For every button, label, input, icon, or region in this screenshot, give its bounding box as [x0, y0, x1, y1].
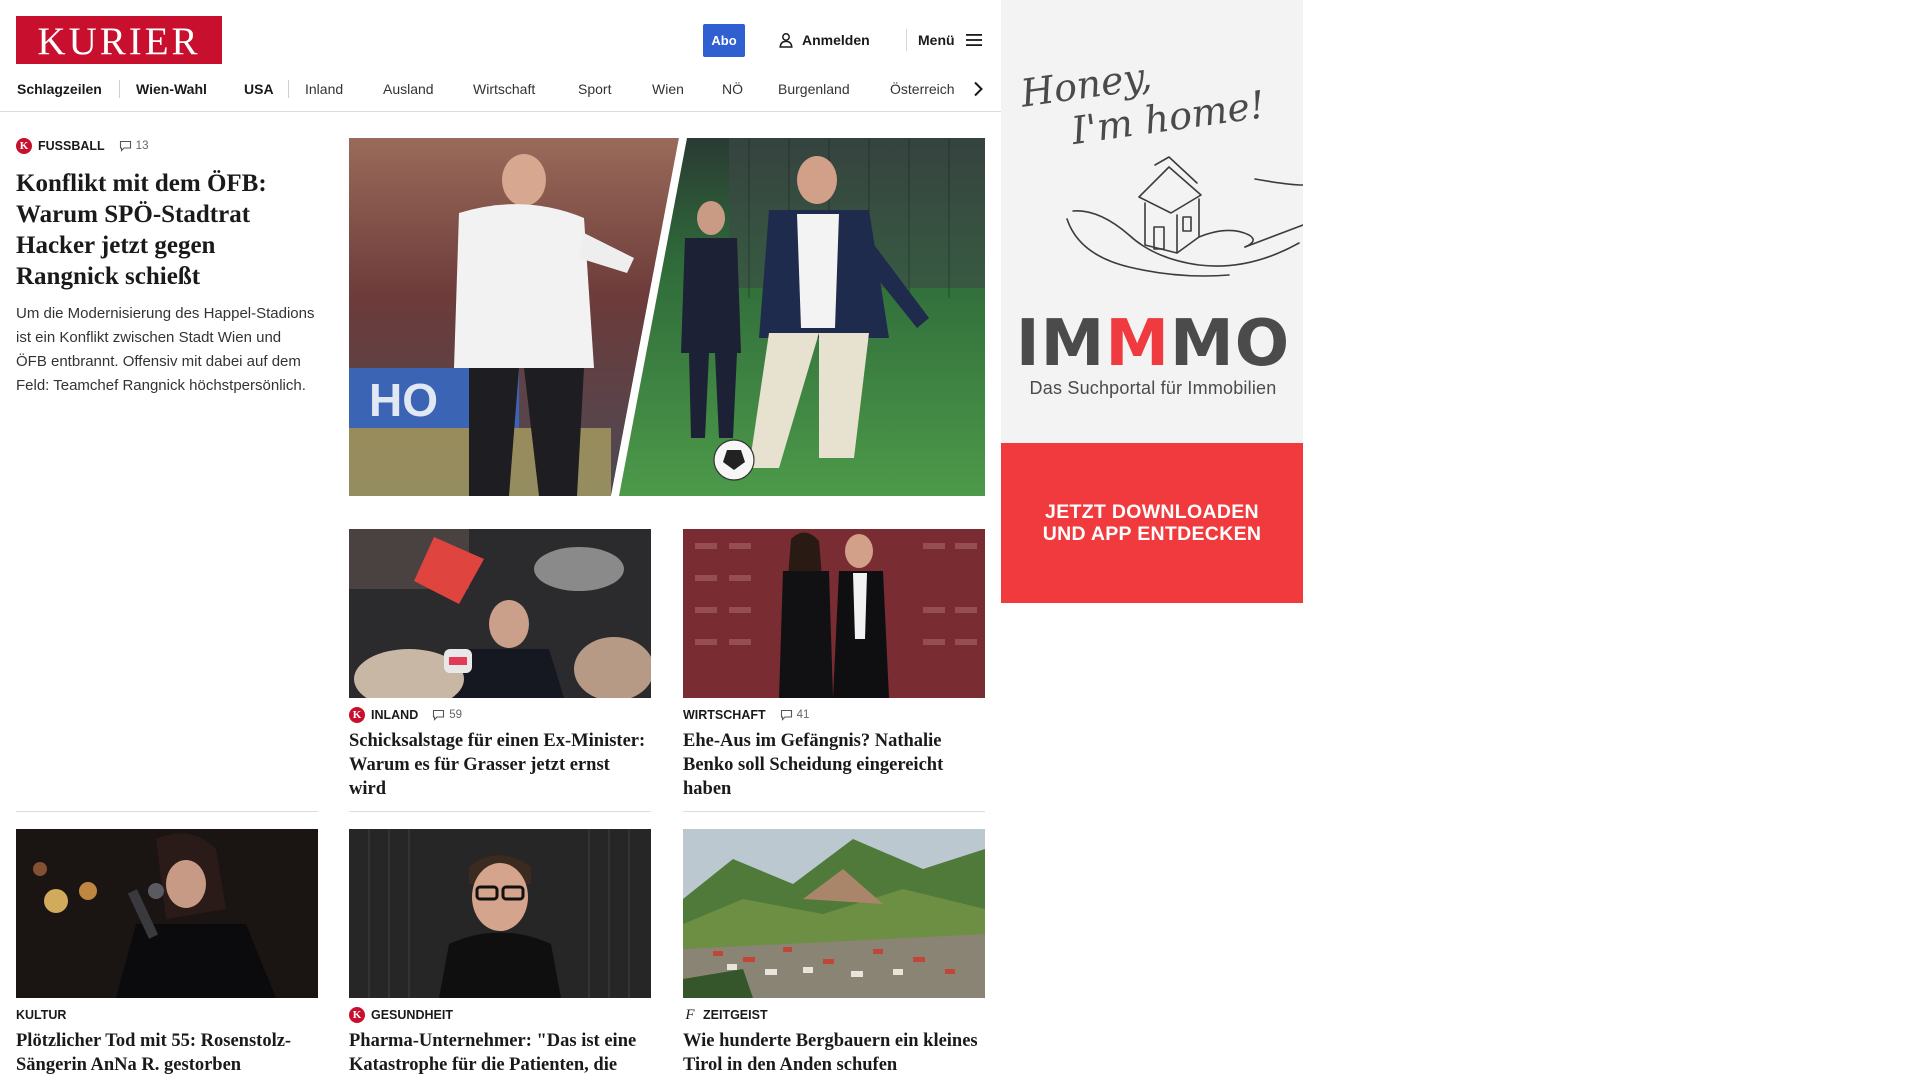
article-card[interactable]: f ZEITGEIST Wie hunderte Bergbauern ein …: [683, 829, 985, 1077]
header-divider: [906, 29, 907, 51]
abo-button[interactable]: Abo: [703, 24, 745, 57]
immmo-logo: IMMMO Das Suchportal für Immobilien: [1015, 312, 1291, 399]
comment-count[interactable]: 59: [432, 709, 462, 721]
row-divider: [16, 811, 318, 812]
nav-item-oesterreich[interactable]: Österreich: [890, 72, 955, 106]
kurier-logo[interactable]: KURIER: [16, 16, 222, 64]
nav-divider: [119, 80, 120, 98]
article-headline[interactable]: Ehe-Aus im Gefängnis? Nathalie Benko sol…: [683, 729, 985, 801]
article-category[interactable]: KULTUR: [16, 1008, 66, 1022]
comment-count-value: 41: [796, 709, 810, 721]
ad-cta-line-2: UND APP ENTDECKEN: [1042, 523, 1262, 545]
header: KURIER Abo Anmelden Menü: [0, 0, 1001, 72]
nav-item-inland[interactable]: Inland: [305, 72, 343, 106]
article-headline[interactable]: Plötzlicher Tod mit 55: Rosenstolz-Sänge…: [16, 1029, 318, 1077]
article-category[interactable]: INLAND: [371, 708, 418, 722]
site: KURIER Abo Anmelden Menü Schlagzeilen Wi…: [0, 0, 1001, 1080]
comment-icon: [780, 709, 792, 721]
row-divider: [349, 811, 651, 812]
login-button[interactable]: Anmelden: [778, 28, 870, 52]
f-badge-icon: f: [685, 1006, 695, 1023]
menu-button[interactable]: Menü: [918, 28, 983, 52]
nav-scroll-right[interactable]: [966, 77, 990, 101]
nav-item-burgenland[interactable]: Burgenland: [778, 72, 850, 106]
ad-cta-line-1: JETZT DOWNLOADEN: [1045, 501, 1259, 523]
svg-text:HO: HO: [369, 374, 438, 426]
comment-count-value: 59: [449, 709, 463, 721]
nav-item-usa[interactable]: USA: [244, 72, 274, 106]
article-image[interactable]: [683, 529, 985, 698]
ad-script-text: Honey, I'm home!: [1018, 39, 1268, 160]
article-photo: [683, 829, 985, 998]
article-category[interactable]: ZEITGEIST: [703, 1008, 768, 1022]
lead-teaser: Um die Modernisierung des Happel-Stadion…: [16, 305, 315, 394]
article-meta: K INLAND 59: [349, 707, 651, 723]
article-headline[interactable]: Pharma-Unternehmer: "Das ist eine Katast…: [349, 1029, 651, 1080]
article-photo: [16, 829, 318, 998]
article-card[interactable]: K GESUNDHEIT Pharma-Unternehmer: "Das is…: [349, 829, 651, 1080]
article-photo: [349, 529, 651, 698]
article-category[interactable]: WIRTSCHAFT: [683, 708, 766, 722]
lead-headline[interactable]: Konflikt mit dem ÖFB: Warum SPÖ-Stadtrat…: [16, 168, 316, 292]
k-badge-icon: K: [16, 138, 32, 154]
section-nav: Schlagzeilen Wien-Wahl USA Inland Auslan…: [0, 72, 1001, 112]
article-meta: WIRTSCHAFT 41: [683, 707, 985, 723]
ad-download-button[interactable]: JETZT DOWNLOADEN UND APP ENTDECKEN: [1001, 443, 1303, 603]
comment-icon: [119, 140, 131, 152]
nav-divider: [288, 80, 289, 98]
article-meta: K GESUNDHEIT: [349, 1007, 651, 1023]
ad-brand: IMMMO: [1015, 307, 1291, 381]
comment-count[interactable]: 41: [780, 709, 810, 721]
nav-item-sport[interactable]: Sport: [578, 72, 611, 106]
menu-label: Menü: [918, 32, 955, 48]
article-image[interactable]: [16, 829, 318, 998]
nav-item-wirtschaft[interactable]: Wirtschaft: [473, 72, 535, 106]
article-category[interactable]: GESUNDHEIT: [371, 1008, 453, 1022]
immmo-advertisement[interactable]: Honey, I'm home! IMMMO Das Suchportal fü…: [1001, 0, 1303, 603]
comment-icon: [433, 709, 445, 721]
article-photo: [683, 529, 985, 698]
article-headline[interactable]: Schicksalstage für einen Ex-Minister: Wa…: [349, 729, 651, 801]
lead-article[interactable]: K FUSSBALL 13 Konflikt mit dem ÖFB: Waru…: [16, 138, 316, 398]
nav-item-schlagzeilen[interactable]: Schlagzeilen: [17, 72, 102, 106]
comment-count-value: 13: [135, 140, 149, 152]
house-hand-illustration: [1066, 156, 1303, 277]
nav-item-wien-wahl[interactable]: Wien-Wahl: [136, 72, 207, 106]
row-divider: [683, 811, 985, 812]
article-category[interactable]: FUSSBALL: [38, 139, 105, 153]
user-icon: [779, 33, 793, 48]
article-headline[interactable]: Wie hunderte Bergbauern ein kleines Tiro…: [683, 1029, 985, 1077]
hamburger-icon: [965, 34, 982, 46]
article-card[interactable]: KULTUR Plötzlicher Tod mit 55: Rosenstol…: [16, 829, 318, 1077]
article-image[interactable]: [349, 529, 651, 698]
nav-item-noe[interactable]: NÖ: [722, 72, 743, 106]
article-image[interactable]: [349, 829, 651, 998]
article-image[interactable]: [683, 829, 985, 998]
logo-text: KURIER: [37, 19, 201, 63]
nav-item-ausland[interactable]: Ausland: [383, 72, 434, 106]
k-badge-icon: K: [349, 1007, 365, 1023]
login-label: Anmelden: [802, 32, 870, 48]
article-card[interactable]: WIRTSCHAFT 41 Ehe-Aus im Gefängnis? Nath…: [683, 529, 985, 801]
article-photo: [349, 829, 651, 998]
article-card[interactable]: K INLAND 59 Schicksalstage für einen Ex-…: [349, 529, 651, 801]
article-meta: KULTUR: [16, 1007, 318, 1023]
k-badge-icon: K: [349, 707, 365, 723]
comment-count[interactable]: 13: [119, 140, 149, 152]
article-meta: f ZEITGEIST: [683, 1007, 985, 1023]
lead-image[interactable]: HO: [349, 138, 985, 496]
lead-photo: HO: [349, 138, 985, 496]
ad-tagline: Das Suchportal für Immobilien: [1029, 378, 1277, 398]
nav-item-wien[interactable]: Wien: [652, 72, 684, 106]
chevron-right-icon: [974, 81, 983, 97]
article-meta: K FUSSBALL 13: [16, 138, 316, 154]
